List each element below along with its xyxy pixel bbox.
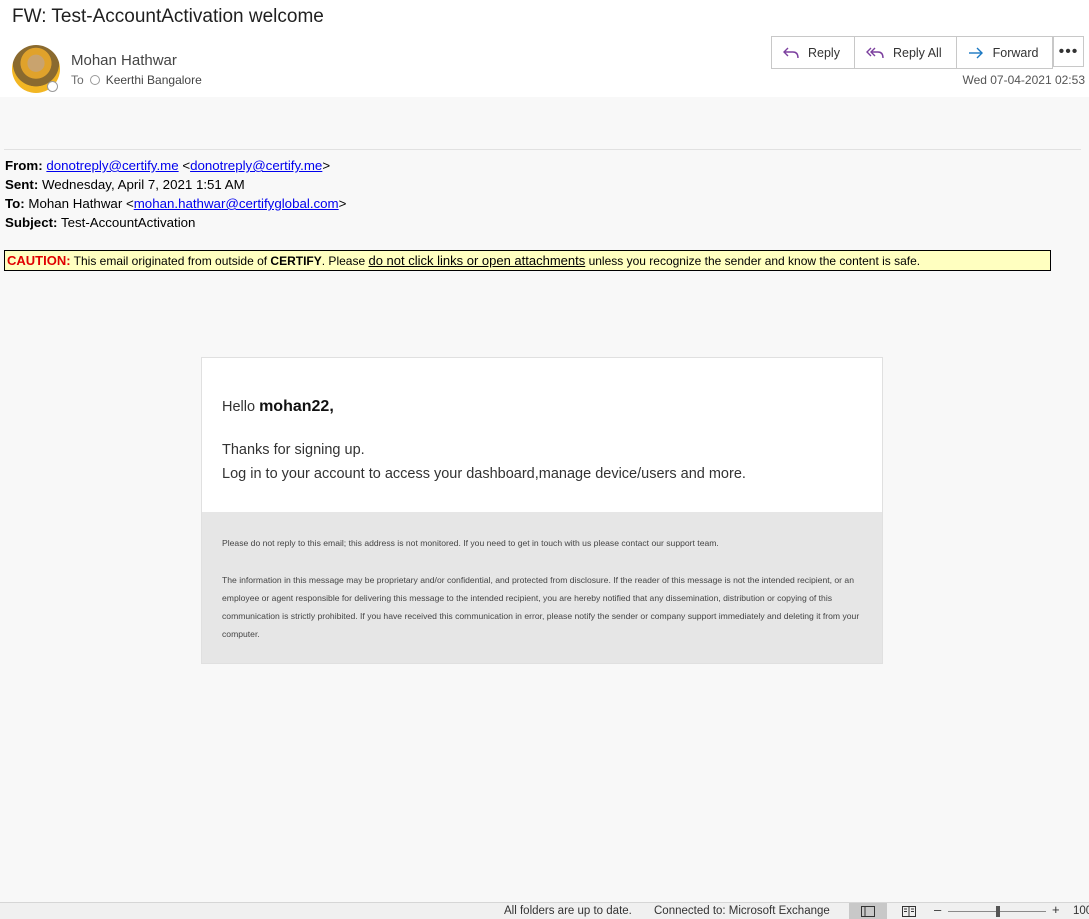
- reading-view-button[interactable]: [901, 904, 917, 918]
- caution-label: CAUTION:: [7, 253, 71, 268]
- reply-label: Reply: [808, 45, 840, 60]
- subject-label: Subject:: [5, 215, 58, 230]
- card-main: Hello mohan22, Thanks for signing up. Lo…: [202, 358, 882, 512]
- forward-label: Forward: [992, 45, 1039, 60]
- normal-view-button[interactable]: [849, 903, 887, 919]
- reply-button[interactable]: Reply: [772, 37, 855, 68]
- caution-text-1: This email originated from outside of: [70, 254, 271, 268]
- to-name: Mohan Hathwar <: [28, 196, 134, 211]
- from-label: From:: [5, 158, 43, 173]
- card-body-text: Thanks for signing up. Log in to your ac…: [222, 438, 862, 486]
- recipient-presence-icon: [89, 75, 100, 85]
- to-label-meta: To:: [5, 196, 25, 211]
- thanks-line: Thanks for signing up.: [222, 442, 365, 458]
- zoom-out-button[interactable]: –: [934, 902, 941, 917]
- from-gt: >: [322, 158, 331, 173]
- to-gt: >: [338, 196, 347, 211]
- reply-all-label: Reply All: [892, 45, 942, 60]
- reply-all-button[interactable]: Reply All: [855, 37, 957, 68]
- login-line: Log in to your account to access your da…: [222, 466, 746, 482]
- header-divider: [4, 149, 1081, 150]
- folder-status: All folders are up to date.: [504, 905, 632, 917]
- recipient-name[interactable]: Keerthi Bangalore: [106, 73, 202, 87]
- connection-status: Connected to: Microsoft Exchange: [654, 905, 830, 917]
- sent-value: Wednesday, April 7, 2021 1:51 AM: [41, 177, 245, 192]
- forward-arrow-icon: [968, 47, 983, 58]
- from-email-link[interactable]: donotreply@certify.me: [46, 158, 178, 173]
- sent-row: Sent: Wednesday, April 7, 2021 1:51 AM: [5, 175, 346, 194]
- card-footer: Please do not reply to this email; this …: [202, 512, 882, 663]
- message-date: Wed 07-04-2021 02:53: [962, 73, 1085, 87]
- subject-value: Test-AccountActivation: [60, 215, 196, 230]
- caution-warning-link: do not click links or open attachments: [368, 253, 586, 268]
- message-actions: Reply Reply All Forward: [771, 36, 1054, 69]
- recipient-line: To Keerthi Bangalore: [71, 73, 202, 87]
- from-lt: <: [178, 158, 191, 173]
- email-content-card: Hello mohan22, Thanks for signing up. Lo…: [201, 357, 883, 664]
- caution-org: CERTIFY: [270, 254, 322, 268]
- more-actions-button[interactable]: •••: [1053, 36, 1084, 67]
- forward-button[interactable]: Forward: [957, 37, 1053, 68]
- subject-row: Subject: Test-AccountActivation: [5, 213, 346, 232]
- zoom-slider-thumb[interactable]: [996, 906, 1000, 917]
- reply-all-arrow-icon: [865, 47, 884, 58]
- zoom-in-button[interactable]: +: [1052, 902, 1060, 917]
- message-subject: FW: Test-AccountActivation welcome: [12, 6, 324, 27]
- zoom-level[interactable]: 100%: [1073, 905, 1089, 917]
- normal-view-icon: [861, 905, 875, 917]
- caution-text-2: . Please: [321, 254, 369, 268]
- caution-text-3: unless you recognize the sender and know…: [585, 254, 921, 268]
- from-email-link-2[interactable]: donotreply@certify.me: [190, 158, 322, 173]
- to-email-link[interactable]: mohan.hathwar@certifyglobal.com: [134, 196, 339, 211]
- caution-banner: CAUTION: This email originated from outs…: [4, 250, 1051, 271]
- footer-noreply: Please do not reply to this email; this …: [222, 538, 719, 548]
- greeting-hello: Hello: [222, 399, 260, 415]
- footer-disclaimer: The information in this message may be p…: [222, 575, 860, 639]
- to-row: To: Mohan Hathwar <mohan.hathwar@certify…: [5, 194, 346, 213]
- sent-label: Sent:: [5, 177, 39, 192]
- presence-indicator-icon: [47, 81, 58, 92]
- greeting-username: mohan22: [259, 398, 330, 415]
- reading-view-icon: [902, 905, 916, 917]
- sender-name[interactable]: Mohan Hathwar: [71, 52, 177, 69]
- to-label: To: [71, 73, 84, 87]
- forwarded-headers: From: donotreply@certify.me <donotreply@…: [5, 156, 346, 232]
- message-body: From: donotreply@certify.me <donotreply@…: [0, 97, 1089, 902]
- reply-arrow-icon: [783, 47, 799, 58]
- from-row: From: donotreply@certify.me <donotreply@…: [5, 156, 346, 175]
- greeting-comma: ,: [329, 398, 334, 415]
- greeting: Hello mohan22,: [222, 398, 862, 416]
- status-bar: All folders are up to date. Connected to…: [0, 902, 1089, 919]
